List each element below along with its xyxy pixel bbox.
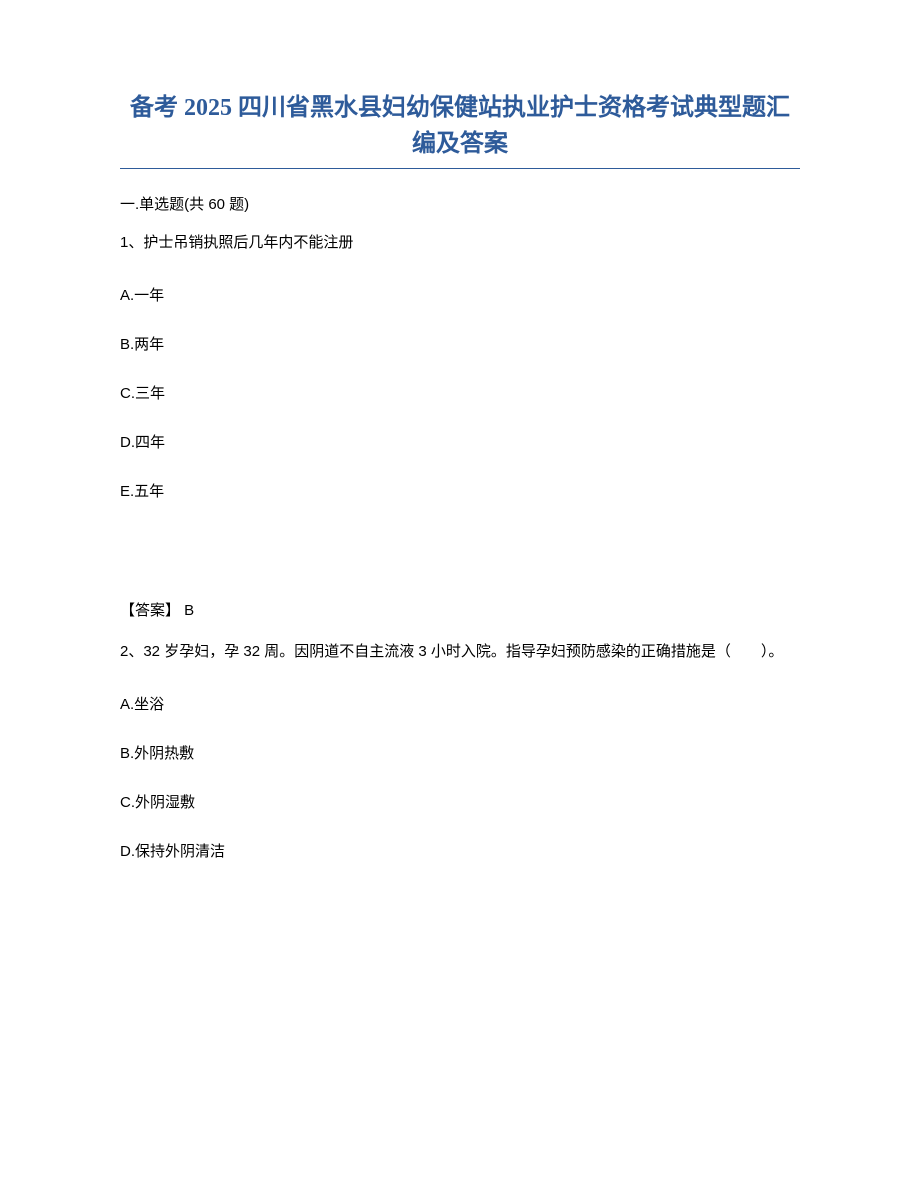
question-1-option-e: E.五年 xyxy=(120,480,800,501)
question-1-option-c: C.三年 xyxy=(120,382,800,403)
question-2-option-d: D.保持外阴清洁 xyxy=(120,840,800,861)
document-title: 备考 2025 四川省黑水县妇幼保健站执业护士资格考试典型题汇编及答案 xyxy=(120,90,800,169)
spacer xyxy=(120,529,800,599)
question-1-option-b: B.两年 xyxy=(120,333,800,354)
question-1-option-d: D.四年 xyxy=(120,431,800,452)
question-2-stem: 2、32 岁孕妇，孕 32 周。因阴道不自主流液 3 小时入院。指导孕妇预防感染… xyxy=(120,638,800,665)
section-heading: 一.单选题(共 60 题) xyxy=(120,193,800,214)
question-2-option-c: C.外阴湿敷 xyxy=(120,791,800,812)
question-1-stem: 1、护士吊销执照后几年内不能注册 xyxy=(120,230,800,256)
question-1-answer: 【答案】 B xyxy=(120,599,800,620)
question-2-option-b: B.外阴热敷 xyxy=(120,742,800,763)
question-2-option-a: A.坐浴 xyxy=(120,693,800,714)
question-1-option-a: A.一年 xyxy=(120,284,800,305)
document-page: 备考 2025 四川省黑水县妇幼保健站执业护士资格考试典型题汇编及答案 一.单选… xyxy=(0,0,920,949)
